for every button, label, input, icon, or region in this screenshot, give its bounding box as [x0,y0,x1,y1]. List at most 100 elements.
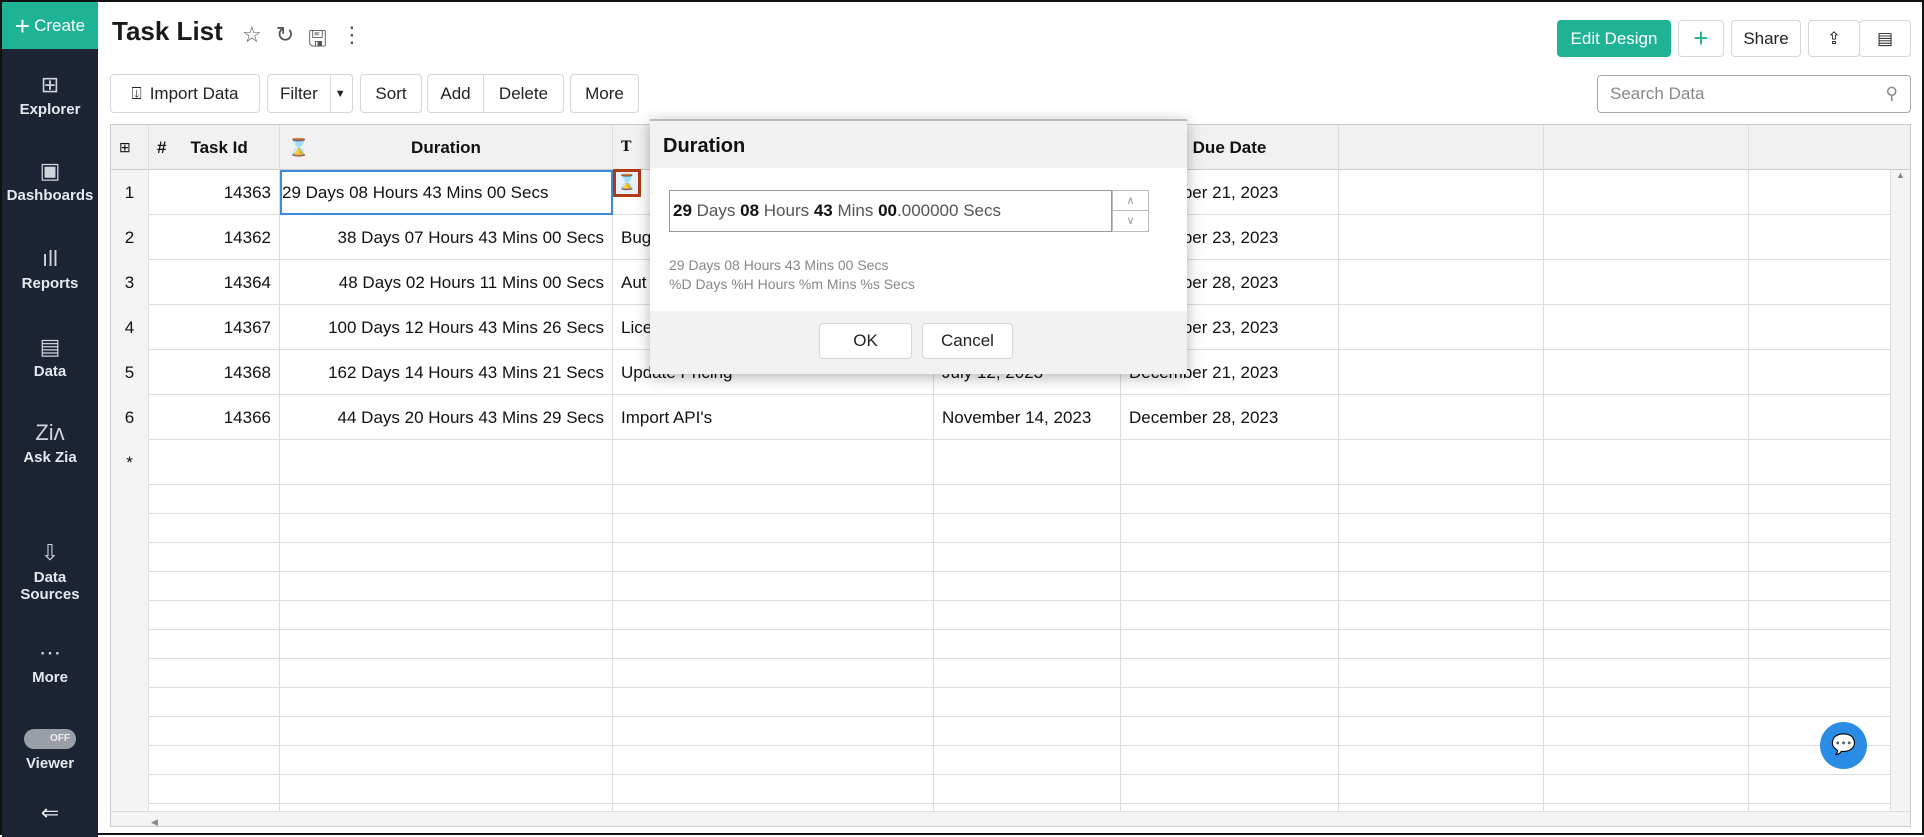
cell-duration[interactable]: 38 Days 07 Hours 43 Mins 00 Secs [280,215,613,260]
empty-cell[interactable] [1339,440,1544,485]
empty-cell[interactable] [280,440,613,485]
empty-cell [1339,543,1544,572]
empty-cell[interactable] [1749,350,1910,395]
add-button[interactable]: Add [427,74,484,113]
cell-n[interactable]: 2 [111,215,149,260]
ok-button[interactable]: OK [819,323,912,359]
empty-cell[interactable] [934,440,1121,485]
empty-cell[interactable] [1544,260,1749,305]
cell-n[interactable]: 3 [111,260,149,305]
share-button[interactable]: Share [1731,20,1801,57]
empty-cell[interactable] [1544,350,1749,395]
sidebar-item-reports[interactable]: ıll Reports [2,246,98,292]
chat-help-icon[interactable]: 💬 [1820,722,1867,769]
empty-cell[interactable] [1544,305,1749,350]
kebab-menu-icon[interactable]: ⋮ [341,22,363,60]
filter-button[interactable]: Filter ▼ [267,74,353,113]
cell-duration[interactable]: 48 Days 02 Hours 11 Mins 00 Secs [280,260,613,305]
empty-cell[interactable] [1749,440,1910,485]
empty-cell[interactable] [149,440,280,485]
empty-cell [1339,572,1544,601]
refresh-icon[interactable]: ↻ [276,22,294,60]
toggle-switch[interactable]: OFF [24,729,76,749]
empty-cell[interactable] [1749,395,1910,440]
empty-cell[interactable] [1339,305,1544,350]
empty-cell [1121,543,1339,572]
search-icon[interactable]: ⚲ [1886,84,1898,104]
empty-cell[interactable] [613,440,934,485]
column-header-duration[interactable]: ⌛ Duration [280,125,613,170]
cell-id[interactable]: 14364 [149,260,280,305]
save-icon[interactable]: 🖫 [308,22,327,60]
create-button[interactable]: + Create [2,2,98,49]
duration-stepper[interactable]: ∧ ∨ [1112,190,1149,232]
cell-id[interactable]: 14367 [149,305,280,350]
cell-duration[interactable]: 29 Days 08 Hours 43 Mins 00 Secs [280,170,613,215]
empty-cell[interactable] [1339,350,1544,395]
new-row[interactable]: * [111,440,1910,485]
cell-n[interactable]: 5 [111,350,149,395]
empty-cell[interactable] [1749,170,1910,215]
cell-id[interactable]: 14362 [149,215,280,260]
cell-start[interactable]: November 14, 2023 [934,395,1121,440]
sidebar-item-data[interactable]: ▤ Data [2,334,98,380]
empty-cell [1121,572,1339,601]
cell-id[interactable]: 14363 [149,170,280,215]
cell-duration[interactable]: 162 Days 14 Hours 43 Mins 21 Secs [280,350,613,395]
cell-n[interactable]: 1 [111,170,149,215]
import-data-button[interactable]: ⍗ Import Data [110,74,260,113]
sidebar-item-ask-zia[interactable]: Ziᴧ Ask Zia [2,420,98,466]
empty-cell[interactable] [1749,305,1910,350]
cell-duration[interactable]: 44 Days 20 Hours 43 Mins 29 Secs [280,395,613,440]
empty-cell[interactable] [1339,215,1544,260]
collapse-icon[interactable]: ⇐ [2,800,98,826]
empty-cell[interactable] [1544,395,1749,440]
delete-button[interactable]: Delete [483,74,564,113]
empty-cell[interactable] [1339,260,1544,305]
duration-input[interactable]: 29 Days 08 Hours 43 Mins 00.000000 Secs [669,190,1112,232]
column-settings-icon[interactable]: ⊞ [111,125,149,170]
empty-cell [1121,688,1339,717]
horizontal-scrollbar[interactable]: ◀ [111,811,1910,826]
empty-cell[interactable] [1544,215,1749,260]
unit: .000000 Secs [897,201,1001,220]
sort-button[interactable]: Sort [360,74,422,113]
cell-due[interactable]: December 28, 2023 [1121,395,1339,440]
empty-cell [1749,601,1910,630]
sidebar-item-more[interactable]: ⋯ More [2,640,98,686]
empty-cell[interactable] [1339,395,1544,440]
table-row[interactable]: 6 14366 44 Days 20 Hours 43 Mins 29 Secs Im… [111,395,1910,440]
cell-task[interactable]: Import API's [613,395,934,440]
empty-cell[interactable] [1339,170,1544,215]
empty-cell[interactable] [1121,440,1339,485]
sidebar-item-dashboards[interactable]: ▣ Dashboards [2,158,98,204]
cell-duration[interactable]: 100 Days 12 Hours 43 Mins 26 Secs [280,305,613,350]
chevron-down-icon[interactable]: ∨ [1113,211,1148,231]
cell-n[interactable]: 6 [111,395,149,440]
empty-cell [149,543,280,572]
cell-id[interactable]: 14368 [149,350,280,395]
empty-cell[interactable] [1544,440,1749,485]
empty-cell[interactable]: * [111,440,149,485]
empty-cell[interactable] [1544,170,1749,215]
chevron-down-icon[interactable]: ▼ [331,88,346,100]
empty-cell[interactable] [1749,215,1910,260]
export-icon[interactable]: ⇪ [1808,20,1860,57]
cell-n[interactable]: 4 [111,305,149,350]
cell-id[interactable]: 14366 [149,395,280,440]
cancel-button[interactable]: Cancel [922,323,1013,359]
search-input[interactable]: Search Data ⚲ [1597,75,1911,113]
empty-cell [149,514,280,543]
vertical-scrollbar[interactable]: ▲ [1890,170,1910,811]
viewer-toggle[interactable]: OFF Viewer [2,728,98,772]
empty-cell[interactable] [1749,260,1910,305]
chevron-up-icon[interactable]: ∧ [1113,191,1148,211]
star-icon[interactable]: ☆ [242,22,262,60]
comment-icon[interactable]: ▤ [1859,20,1911,57]
sidebar-item-data-sources[interactable]: ⇩ Data Sources [2,540,98,603]
more-button[interactable]: More [570,74,639,113]
edit-design-button[interactable]: Edit Design [1557,20,1671,57]
add-icon[interactable]: + [1678,20,1724,57]
sidebar-item-explorer[interactable]: ⊞ Explorer [2,72,98,118]
duration-type-icon[interactable]: ⌛ [613,169,641,197]
